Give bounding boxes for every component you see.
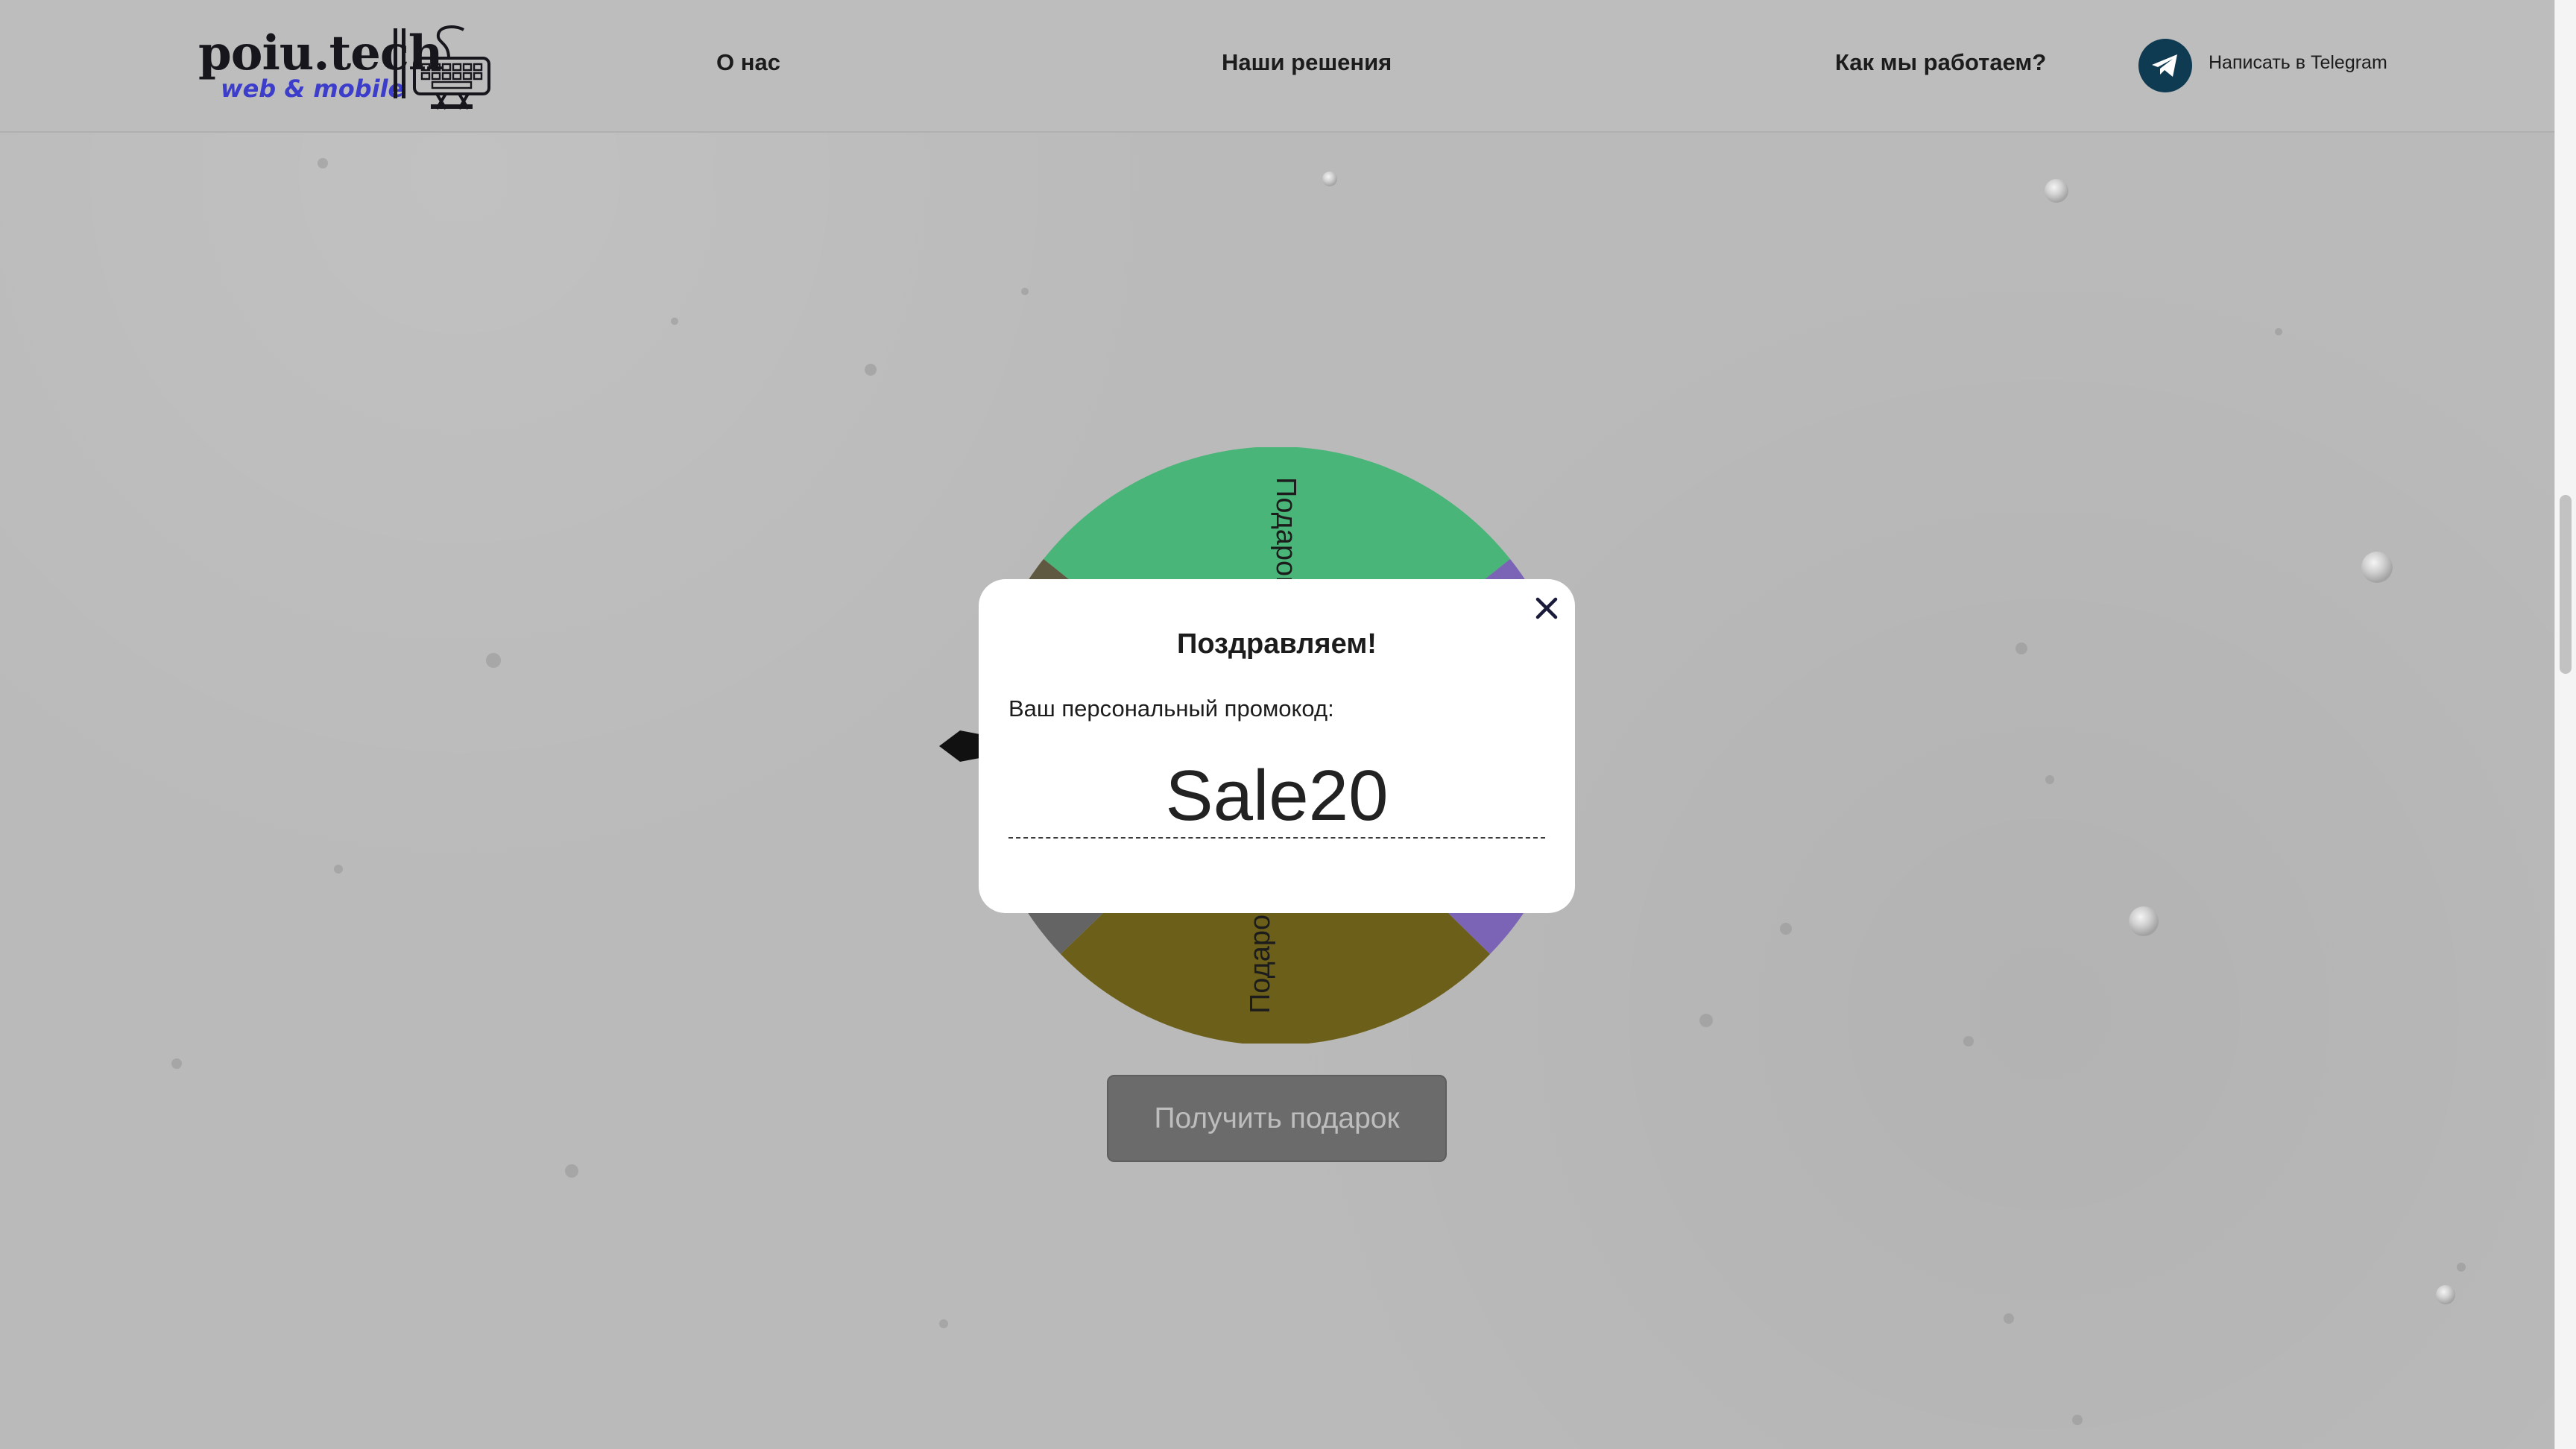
wheel-segment-label-top: Подарок <box>1270 477 1301 589</box>
scrollbar-track[interactable] <box>2554 0 2576 1449</box>
logo[interactable]: poiu.tech web & mobile <box>195 22 493 112</box>
nav-item-how-we-work[interactable]: Как мы работаем? <box>1835 49 2046 76</box>
promo-modal: Поздравляем! Ваш персональный промокод: … <box>979 579 1575 913</box>
telegram-plane-icon <box>2152 54 2177 77</box>
background-speck <box>2072 1415 2083 1425</box>
keyboard-robot-icon <box>394 25 490 110</box>
background-bubble <box>1322 171 1337 186</box>
background-bubble <box>2129 906 2159 936</box>
background-speck <box>486 653 501 668</box>
background-speck <box>334 865 343 874</box>
background-speck <box>1963 1036 1974 1046</box>
scrollbar-thumb[interactable] <box>2560 495 2572 674</box>
background-speck <box>565 1164 578 1178</box>
wheel-segment-label-bottom: Подарок <box>1245 902 1276 1014</box>
nav-item-solutions[interactable]: Наши решения <box>1222 49 1392 76</box>
background-speck <box>939 1319 948 1328</box>
promo-label: Ваш персональный промокод: <box>1008 695 1334 722</box>
promo-code[interactable]: Sale20 <box>1008 755 1545 839</box>
background-speck <box>865 364 877 376</box>
site-header: poiu.tech web & mobile О нас Наши решени… <box>0 0 2554 133</box>
background-bubble <box>2361 552 2393 583</box>
background-bubble <box>2436 1285 2455 1304</box>
background-speck <box>2015 643 2027 654</box>
logo-subtitle: web & mobile <box>221 75 405 103</box>
get-gift-button[interactable]: Получить подарок <box>1107 1075 1447 1162</box>
nav-item-about[interactable]: О нас <box>716 49 780 76</box>
background-speck <box>1780 923 1792 935</box>
background-speck <box>2004 1313 2014 1324</box>
background-speck <box>2045 775 2054 784</box>
background-speck <box>2457 1263 2466 1272</box>
telegram-button[interactable] <box>2138 39 2192 92</box>
background-speck <box>171 1058 182 1069</box>
background-speck <box>318 158 328 168</box>
close-icon[interactable] <box>1530 592 1563 625</box>
background-speck <box>671 318 678 325</box>
modal-title: Поздравляем! <box>1177 628 1377 660</box>
background-bubble <box>2045 179 2068 203</box>
background-speck <box>2275 328 2282 335</box>
background-speck <box>1699 1014 1713 1027</box>
background-speck <box>1021 288 1029 295</box>
telegram-link[interactable]: Написать в Telegram <box>2209 52 2387 74</box>
